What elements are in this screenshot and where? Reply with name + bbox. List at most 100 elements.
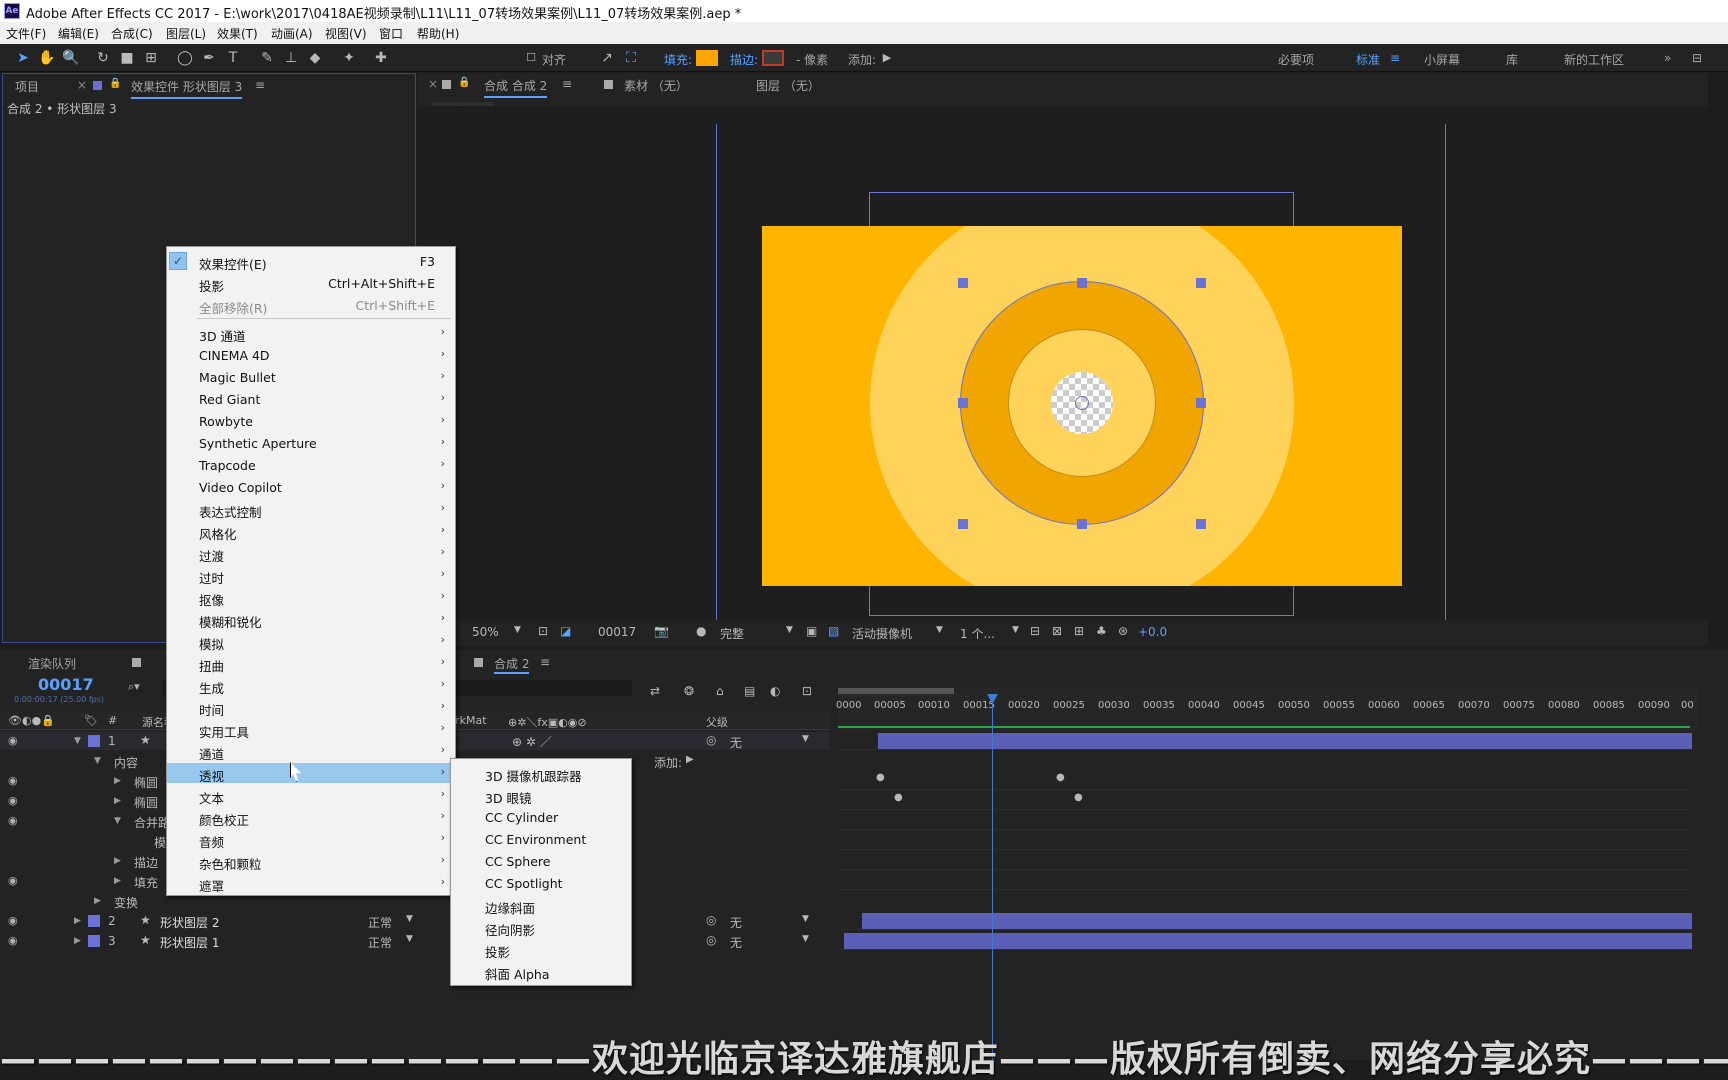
menu-composition[interactable]: 合成(C) <box>111 25 153 42</box>
submenu-item-cc-cylinder[interactable]: CC Cylinder <box>451 807 631 827</box>
layer-duration-bar[interactable] <box>844 933 1692 949</box>
menu-item-drop-shadow[interactable]: 投影 Ctrl+Alt+Shift+E <box>167 273 455 294</box>
parent-dropdown[interactable]: 无 <box>730 934 742 951</box>
stroke-color-swatch[interactable] <box>762 50 784 66</box>
draft-3d-icon[interactable]: ❂ <box>684 684 694 698</box>
expand-triangle-icon[interactable]: ▶ <box>74 936 81 946</box>
anchor-point-icon[interactable] <box>1075 396 1089 410</box>
graph-editor-icon[interactable]: ⊡ <box>802 684 812 698</box>
timeline-icon[interactable]: ⊞ <box>1074 624 1084 638</box>
zoom-dropdown[interactable]: 50% <box>472 625 499 639</box>
menu-item-rowbyte[interactable]: Rowbyte › <box>167 411 455 431</box>
toggle-pixel-icon[interactable]: ⊟ <box>1030 624 1040 638</box>
zoom-tool-icon[interactable]: 🔍 <box>62 50 80 66</box>
expand-triangle-icon[interactable]: ▶ <box>114 856 121 866</box>
menu-item-3d-channel[interactable]: 3D 通道 › <box>167 323 455 344</box>
layer-name[interactable]: 形状图层 1 <box>160 934 219 951</box>
safe-zones-icon[interactable]: ⊡ <box>538 624 548 638</box>
parent-dropdown[interactable]: 无 <box>730 734 742 751</box>
current-time-display[interactable]: 00017 <box>598 625 636 639</box>
menu-item-utility[interactable]: 实用工具 › <box>167 719 455 740</box>
menu-window[interactable]: 窗口 <box>379 25 403 42</box>
eye-icon[interactable]: ◉ <box>8 914 18 927</box>
snap-grid-icon[interactable]: ⛶ <box>622 50 640 66</box>
camera-tool-icon[interactable]: ■ <box>118 50 136 66</box>
submenu-item-bevel-edges[interactable]: 边缘斜面 <box>451 895 631 916</box>
puppet-tool-icon[interactable]: ✚ <box>372 50 390 66</box>
snap-icon[interactable]: ↗ <box>598 50 616 66</box>
tab-composition[interactable]: 合成 合成 2 <box>484 77 548 98</box>
label-color[interactable] <box>88 935 100 947</box>
menu-view[interactable]: 视图(V) <box>325 25 367 42</box>
expand-triangle-icon[interactable]: ▼ <box>114 816 121 826</box>
chevron-down-icon[interactable]: ▼ <box>514 625 521 635</box>
submenu-item-3d-camera-tracker[interactable]: 3D 摄像机跟踪器 <box>451 763 631 784</box>
parent-pickwhip-icon[interactable]: ◎ <box>706 733 716 747</box>
chevron-down-icon[interactable]: ▼ <box>406 914 413 924</box>
expand-triangle-icon[interactable]: ▶ <box>94 896 101 906</box>
menu-item-text[interactable]: 文本 › <box>167 785 455 806</box>
label-color[interactable] <box>88 735 100 747</box>
close-icon[interactable]: × <box>428 77 438 91</box>
brush-tool-icon[interactable]: ✎ <box>258 50 276 66</box>
layer-duration-bar[interactable] <box>878 733 1692 749</box>
selection-tool-icon[interactable]: ➤ <box>14 50 32 66</box>
camera-dropdown[interactable]: 活动摄像机 <box>852 625 912 642</box>
submenu-item-3d-glasses[interactable]: 3D 眼镜 <box>451 785 631 806</box>
menu-item-expression-controls[interactable]: 表达式控制 › <box>167 499 455 520</box>
pen-tool-icon[interactable]: ✒ <box>200 50 218 66</box>
label-color[interactable] <box>88 915 100 927</box>
menu-item-obsolete[interactable]: 过时 › <box>167 565 455 586</box>
tab-layer[interactable]: 图层 （无） <box>756 77 820 94</box>
chevron-down-icon[interactable]: ▼ <box>1012 625 1019 635</box>
eye-icon[interactable]: ◉ <box>8 814 18 827</box>
parent-pickwhip-icon[interactable]: ◎ <box>706 933 716 947</box>
menu-item-cinema4d[interactable]: CINEMA 4D › <box>167 345 455 365</box>
eye-icon[interactable]: ◉ <box>8 874 18 887</box>
submenu-item-radial-shadow[interactable]: 径向阴影 <box>451 917 631 938</box>
search-help-icon[interactable]: ⊟ <box>1692 51 1702 65</box>
menu-file[interactable]: 文件(F) <box>6 25 46 42</box>
menu-item-stylize[interactable]: 风格化 › <box>167 521 455 542</box>
add-play-icon[interactable]: ▶ <box>878 50 896 66</box>
keyframe[interactable]: ● <box>1074 792 1083 803</box>
composition-canvas[interactable] <box>762 226 1402 586</box>
workspace-library[interactable]: 库 <box>1506 51 1518 68</box>
close-icon[interactable]: × <box>77 78 87 92</box>
menu-item-red-giant[interactable]: Red Giant › <box>167 389 455 409</box>
menu-item-audio[interactable]: 音频 › <box>167 829 455 850</box>
menu-help[interactable]: 帮助(H) <box>417 25 459 42</box>
menu-item-time[interactable]: 时间 › <box>167 697 455 718</box>
layer-name[interactable]: 形状图层 2 <box>160 914 219 931</box>
menu-item-matte[interactable]: 遮罩 › <box>167 873 455 894</box>
tab-footage[interactable]: 素材 （无） <box>624 77 688 94</box>
chevron-down-icon[interactable]: ▼ <box>802 914 809 924</box>
submenu-item-cc-sphere[interactable]: CC Sphere <box>451 851 631 871</box>
flowchart-icon[interactable]: ♣ <box>1096 624 1107 638</box>
eye-icon[interactable]: ◉ <box>8 774 18 787</box>
menu-item-color-correction[interactable]: 颜色校正 › <box>167 807 455 828</box>
workspace-essentials[interactable]: 必要项 <box>1278 51 1314 68</box>
exposure-value[interactable]: +0.0 <box>1138 625 1167 639</box>
eraser-tool-icon[interactable]: ◆ <box>306 50 324 66</box>
selection-handle[interactable] <box>1077 519 1087 529</box>
roto-brush-tool-icon[interactable]: ✦ <box>340 50 358 66</box>
selection-handle[interactable] <box>1196 278 1206 288</box>
lock-icon[interactable]: 🔒 <box>109 78 121 89</box>
motion-blur-icon[interactable]: ◐ <box>770 684 780 698</box>
time-ruler[interactable]: 0000 00005 00010 00015 00020 00025 00030… <box>836 688 1698 730</box>
menu-layer[interactable]: 图层(L) <box>166 25 206 42</box>
workspace-small-screen[interactable]: 小屏幕 <box>1424 51 1460 68</box>
switches-icon[interactable]: ⊕ ✲ ／ <box>512 733 552 750</box>
eye-icon[interactable]: ◉ <box>8 734 18 747</box>
workspace-standard[interactable]: 标准 <box>1356 51 1380 68</box>
menu-item-channel[interactable]: 通道 › <box>167 741 455 762</box>
menu-item-transition[interactable]: 过渡 › <box>167 543 455 564</box>
tab-timeline-comp[interactable]: 合成 2 <box>494 655 530 674</box>
expand-triangle-icon[interactable]: ▼ <box>74 736 81 746</box>
chevron-down-icon[interactable]: ▼ <box>406 934 413 944</box>
resolution-dropdown[interactable]: 完整 <box>720 625 744 642</box>
submenu-item-cc-environment[interactable]: CC Environment <box>451 829 631 849</box>
chevron-down-icon[interactable]: ▼ <box>802 734 809 744</box>
lock-icon[interactable]: 🔒 <box>458 77 470 88</box>
